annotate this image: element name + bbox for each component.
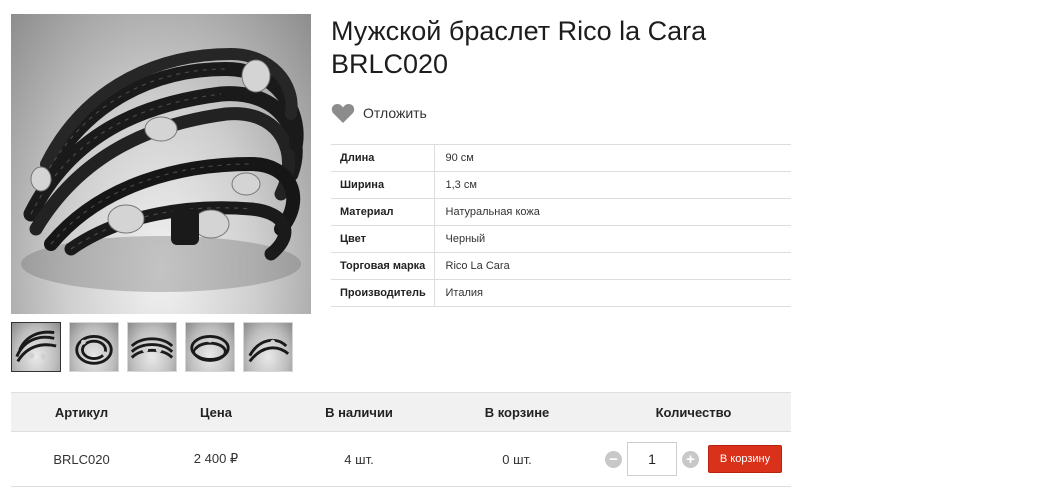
thumbnail-2[interactable] — [69, 322, 119, 372]
offer-article: BRLC020 — [11, 431, 152, 487]
offer-row: BRLC020 2 400 ₽ 4 шт. 0 шт. − + В корзин… — [11, 431, 791, 487]
property-row: Длина 90 см — [331, 144, 791, 172]
thumbnail-4[interactable] — [185, 322, 235, 372]
property-row: Ширина 1,3 см — [331, 171, 791, 199]
heart-icon — [331, 103, 355, 123]
property-value: 1,3 см — [434, 171, 791, 199]
offer-price: 2 400 ₽ — [152, 431, 280, 487]
quantity-input[interactable] — [627, 442, 677, 476]
header-price: Цена — [152, 392, 280, 432]
property-value: Черный — [434, 225, 791, 253]
header-in-cart: В корзине — [438, 392, 596, 432]
thumbnail-strip — [11, 322, 293, 372]
wishlist-button[interactable]: Отложить — [331, 102, 427, 124]
bracelet-image — [21, 47, 304, 292]
property-row: Цвет Черный — [331, 225, 791, 253]
add-to-cart-button[interactable]: В корзину — [708, 445, 782, 473]
product-main-photo[interactable] — [11, 14, 311, 314]
property-value: Натуральная кожа — [434, 198, 791, 226]
offers-header-row: Артикул Цена В наличии В корзине Количес… — [11, 392, 791, 432]
header-article: Артикул — [11, 392, 152, 432]
property-value: Rico La Cara — [434, 252, 791, 280]
thumbnail-5[interactable] — [243, 322, 293, 372]
header-quantity: Количество — [596, 392, 791, 432]
product-title: Мужской браслет Rico la Cara BRLC020 — [331, 16, 707, 79]
wishlist-label: Отложить — [363, 105, 427, 121]
property-value: Италия — [434, 279, 791, 307]
property-name: Ширина — [331, 171, 435, 199]
property-name: Торговая марка — [331, 252, 435, 280]
thumbnail-1[interactable] — [11, 322, 61, 372]
thumbnail-3[interactable] — [127, 322, 177, 372]
property-row: Производитель Италия — [331, 279, 791, 307]
property-name: Производитель — [331, 279, 435, 307]
header-stock: В наличии — [280, 392, 438, 432]
property-name: Цвет — [331, 225, 435, 253]
property-name: Длина — [331, 144, 435, 172]
property-value: 90 см — [434, 144, 791, 172]
offer-quantity-cell: − + В корзину — [596, 431, 791, 487]
quantity-stepper: − + В корзину — [596, 442, 791, 476]
offer-stock: 4 шт. — [280, 431, 438, 487]
properties-table: Длина 90 см Ширина 1,3 см Материал Натур… — [331, 144, 791, 307]
property-name: Материал — [331, 198, 435, 226]
plus-icon[interactable]: + — [682, 450, 699, 468]
offers-table: Артикул Цена В наличии В корзине Количес… — [11, 392, 791, 487]
minus-icon[interactable]: − — [605, 450, 622, 468]
property-row: Торговая марка Rico La Cara — [331, 252, 791, 280]
property-row: Материал Натуральная кожа — [331, 198, 791, 226]
offer-in-cart: 0 шт. — [438, 431, 596, 487]
